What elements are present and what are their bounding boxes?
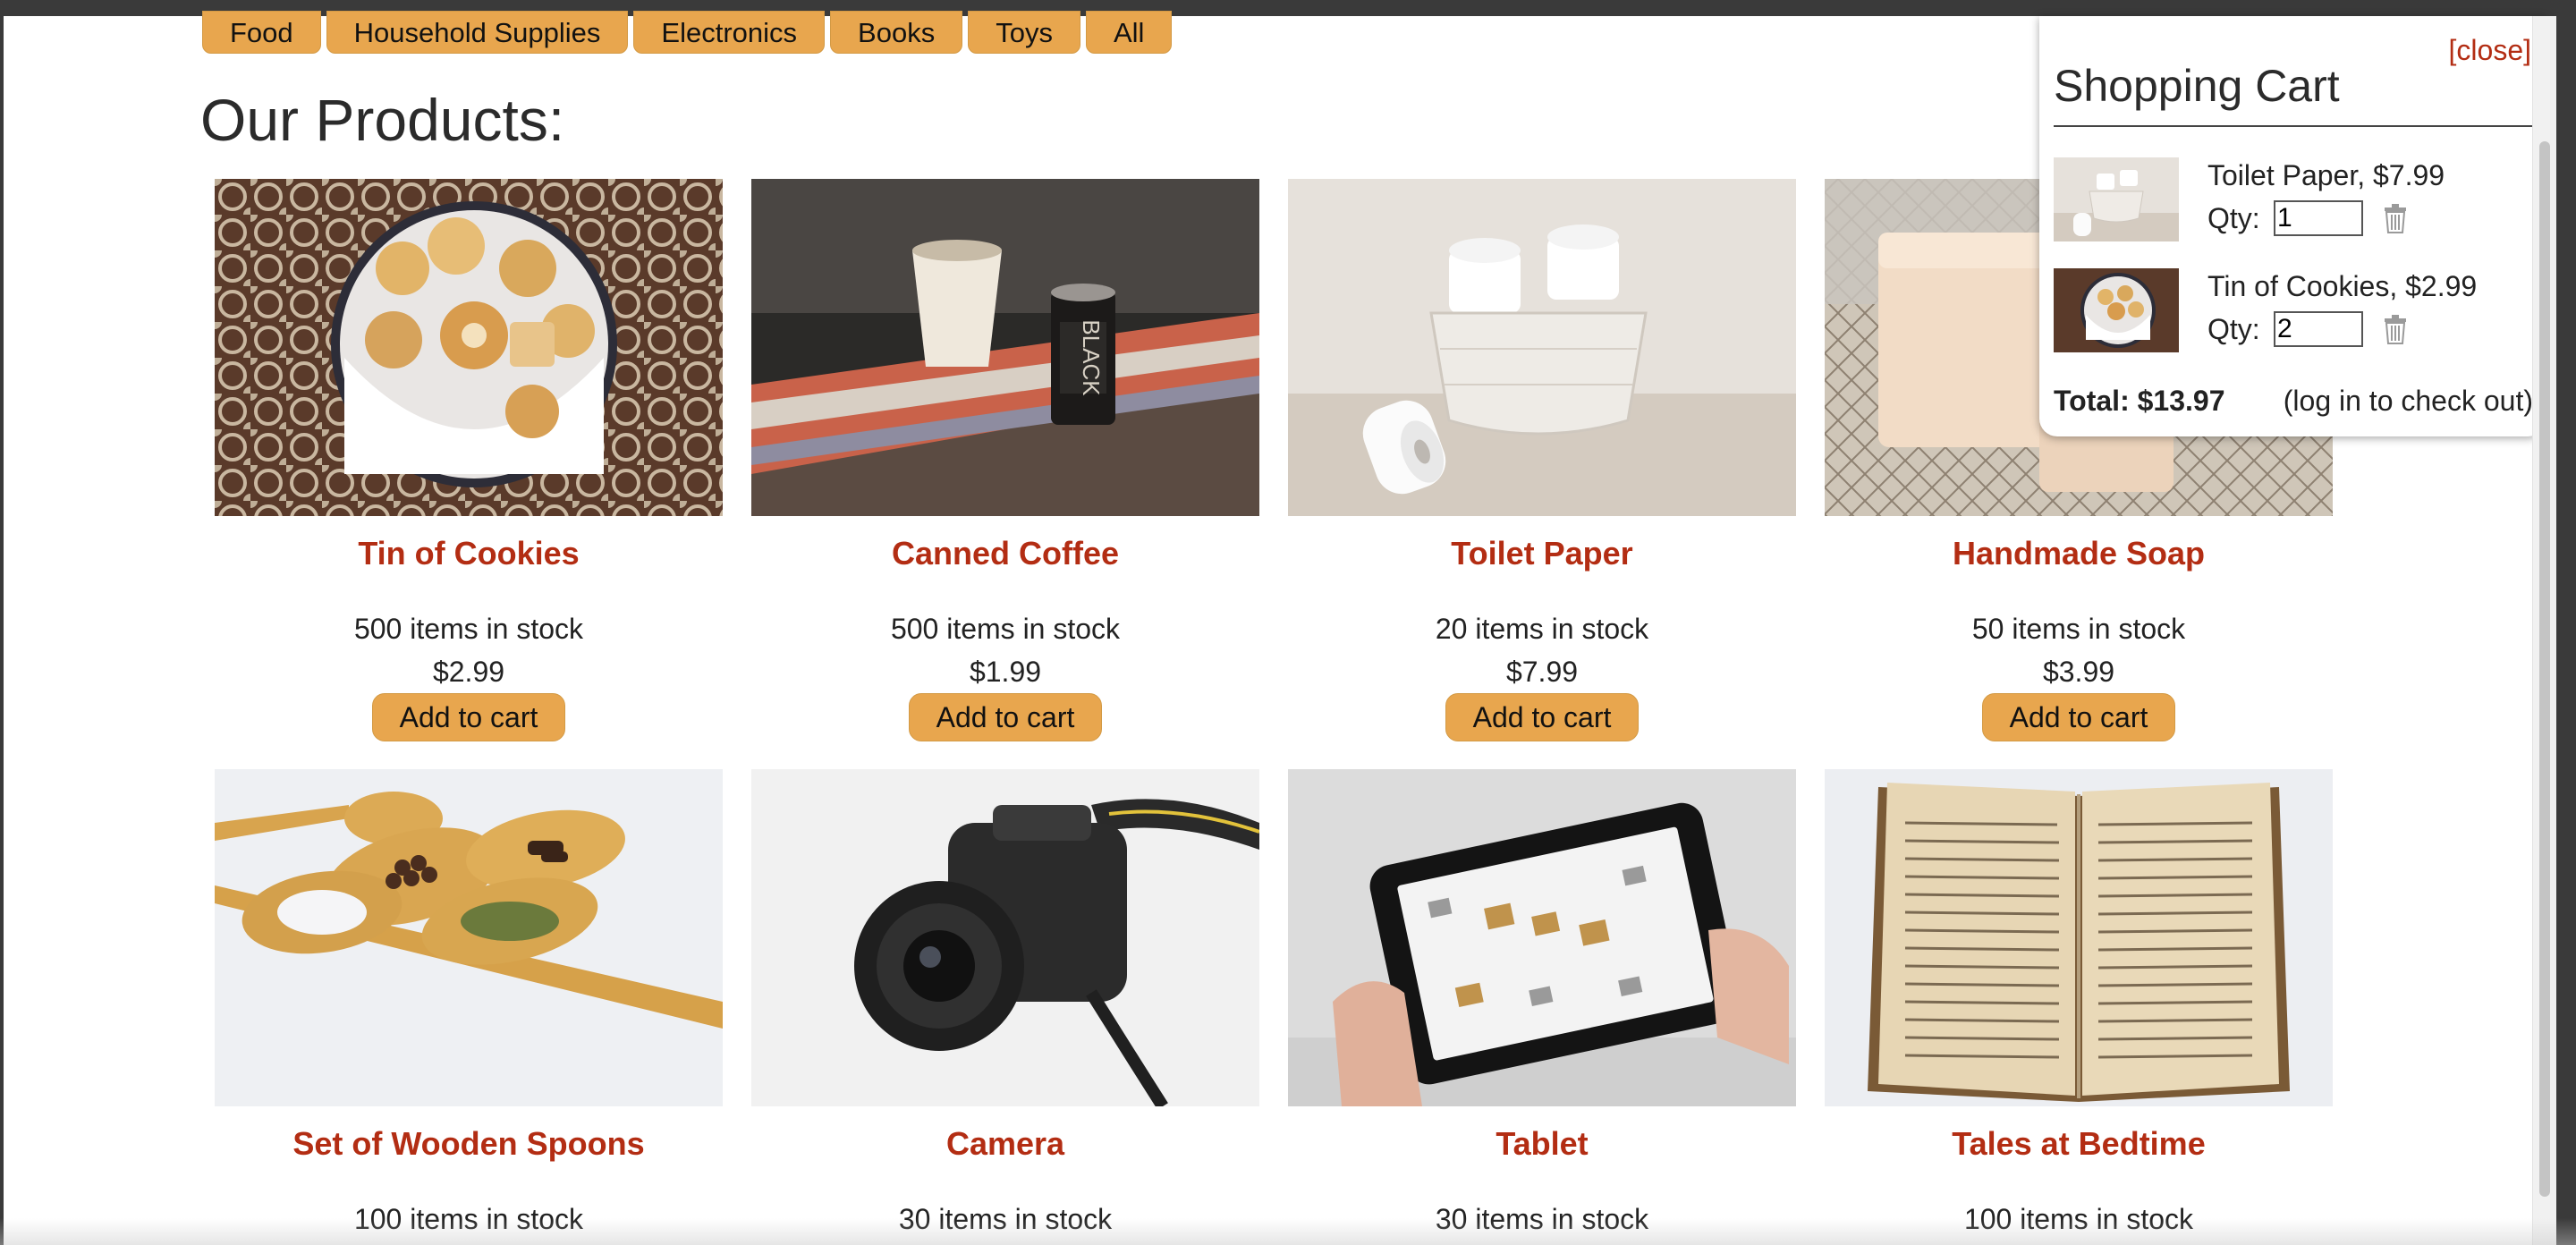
product-stock: 500 items in stock (353, 613, 584, 645)
add-to-cart-button[interactable]: Add to cart (1981, 693, 2176, 741)
add-to-cart-button[interactable]: Add to cart (371, 693, 566, 741)
cart-item-name: Toilet Paper, $7.99 (2207, 159, 2445, 191)
shopping-cart-panel: [close] Shopping Cart Toilet Paper, $7.9… (2039, 16, 2546, 436)
cart-title: Shopping Cart (2054, 61, 2340, 111)
add-to-cart-button[interactable]: Add to cart (908, 693, 1103, 741)
cart-item-qty-input[interactable] (2274, 311, 2363, 347)
trash-icon[interactable] (2381, 313, 2410, 345)
product-price: $7.99 (1505, 656, 1579, 688)
product-price: $1.99 (969, 656, 1042, 688)
page-title: Our Products: (200, 87, 565, 153)
product-card: Tales at Bedtime 100 items in stock (1825, 769, 2333, 1237)
product-image-toilet-paper[interactable] (1288, 179, 1796, 516)
category-button-food[interactable]: Food (202, 11, 321, 54)
category-nav: Food Household Supplies Electronics Book… (202, 11, 1173, 54)
cart-divider (2054, 125, 2535, 127)
product-card: Toilet Paper 20 items in stock $7.99 Add… (1288, 179, 1796, 741)
cart-item: Tin of Cookies, $2.99 Qty: (2054, 268, 2537, 358)
trash-icon[interactable] (2381, 202, 2410, 234)
product-name[interactable]: Canned Coffee (751, 534, 1259, 573)
product-name[interactable]: Tablet (1288, 1124, 1796, 1164)
window-frame-left (0, 0, 4, 1245)
vertical-scrollbar[interactable] (2532, 16, 2556, 1245)
add-to-cart-button[interactable]: Add to cart (1445, 693, 1640, 741)
category-button-electronics[interactable]: Electronics (633, 11, 826, 54)
window-frame-right (2556, 0, 2576, 1245)
category-button-all[interactable]: All (1085, 11, 1173, 54)
cart-item-thumbnail (2054, 268, 2179, 352)
product-card: Camera 30 items in stock (751, 769, 1259, 1237)
product-image-tin-of-cookies[interactable] (215, 179, 723, 516)
cart-item-qty-input[interactable] (2274, 200, 2363, 236)
cart-total: Total: $13.97 (2054, 385, 2225, 417)
product-stock: 20 items in stock (1435, 613, 1649, 645)
product-card: Set of Wooden Spoons 100 items in stock (215, 769, 723, 1237)
product-image-tales-at-bedtime[interactable] (1825, 769, 2333, 1106)
product-name[interactable]: Camera (751, 1124, 1259, 1164)
category-button-books[interactable]: Books (830, 11, 963, 54)
cart-close-link[interactable]: [close] (2449, 34, 2531, 67)
product-name[interactable]: Set of Wooden Spoons (215, 1124, 723, 1164)
cart-item: Toilet Paper, $7.99 Qty: (2054, 157, 2537, 247)
cart-item-qty-label: Qty: (2207, 202, 2260, 234)
product-name[interactable]: Toilet Paper (1288, 534, 1796, 573)
product-image-set-of-wooden-spoons[interactable] (215, 769, 723, 1106)
product-name[interactable]: Tales at Bedtime (1825, 1124, 2333, 1164)
product-image-tablet[interactable] (1288, 769, 1796, 1106)
bottom-edge-shadow (0, 1218, 2576, 1245)
product-price: $2.99 (432, 656, 505, 688)
product-card: Tin of Cookies 500 items in stock $2.99 … (215, 179, 723, 741)
svg-text:BLACK: BLACK (1078, 319, 1105, 396)
cart-item-name: Tin of Cookies, $2.99 (2207, 270, 2478, 302)
product-image-canned-coffee[interactable]: BLACK (751, 179, 1259, 516)
cart-item-qty-label: Qty: (2207, 313, 2260, 345)
product-image-camera[interactable] (751, 769, 1259, 1106)
product-stock: 500 items in stock (890, 613, 1121, 645)
category-button-household-supplies[interactable]: Household Supplies (326, 11, 629, 54)
checkout-note: (log in to check out) (2283, 385, 2533, 417)
product-name[interactable]: Handmade Soap (1825, 534, 2333, 573)
cart-item-thumbnail (2054, 157, 2179, 241)
category-button-toys[interactable]: Toys (968, 11, 1080, 54)
product-card: Tablet 30 items in stock (1288, 769, 1796, 1237)
product-card: BLACK Canned Coffee 500 items in stock $… (751, 179, 1259, 741)
product-name[interactable]: Tin of Cookies (215, 534, 723, 573)
product-price: $3.99 (2042, 656, 2115, 688)
scrollbar-thumb[interactable] (2539, 141, 2550, 1197)
product-stock: 50 items in stock (1971, 613, 2186, 645)
